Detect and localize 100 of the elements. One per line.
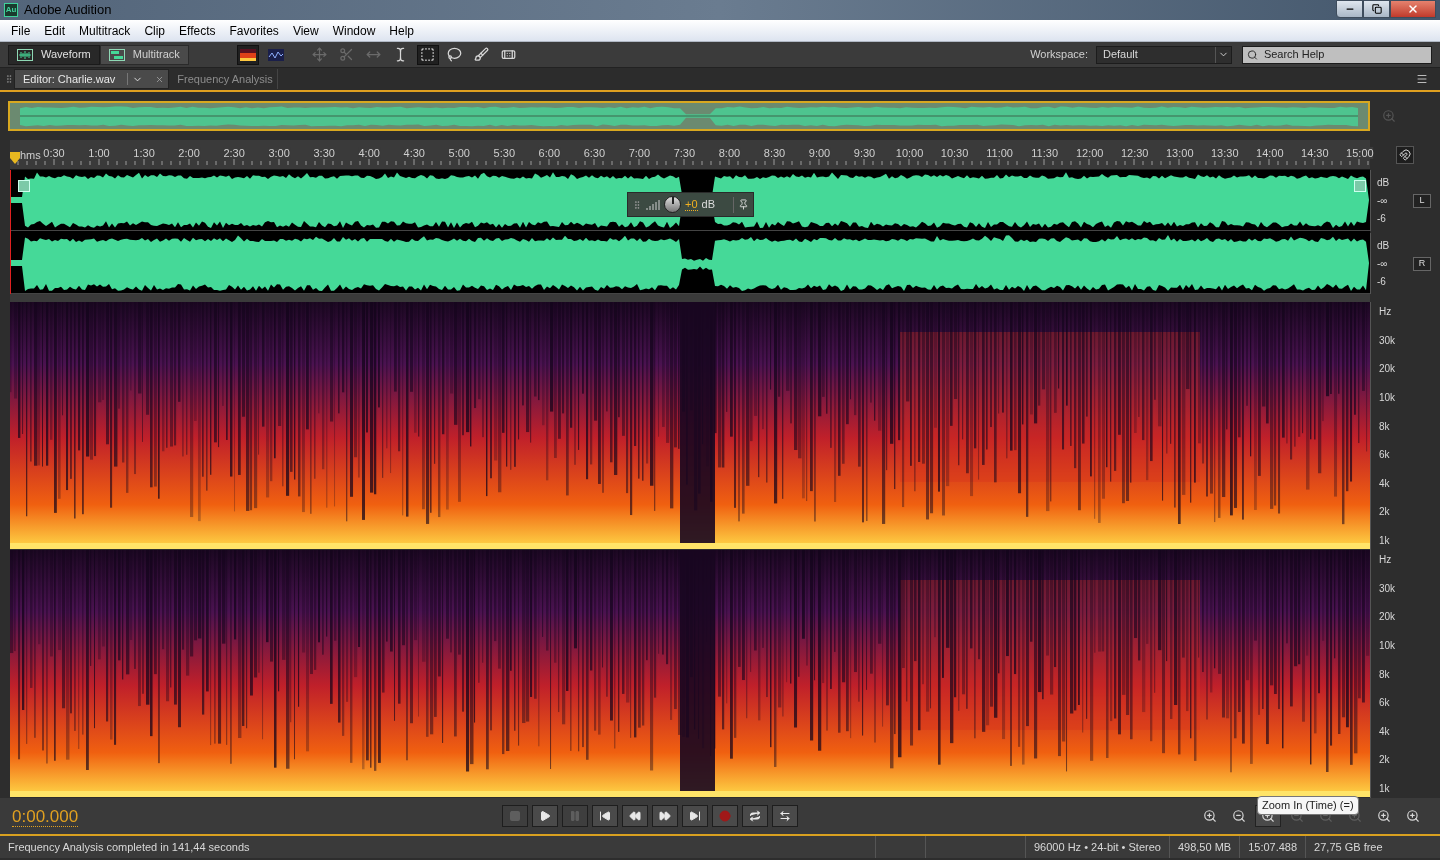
menu-item[interactable]: Multitrack <box>72 21 138 40</box>
time-label: 14:30 <box>1301 147 1329 159</box>
waveform-view-icon <box>17 48 33 61</box>
frequency-scale-label: 20k <box>1379 610 1397 625</box>
search-field[interactable]: Search Help <box>1263 46 1427 63</box>
time-label: 9:00 <box>808 147 831 159</box>
playhead-handle[interactable] <box>10 152 20 164</box>
magnet-icon <box>1399 149 1411 161</box>
menu-item[interactable]: Help <box>382 21 422 40</box>
stop-icon <box>509 810 521 822</box>
time-label: 12:30 <box>1120 147 1149 159</box>
skip-forward-icon <box>689 810 701 822</box>
time-unit-label: hms <box>20 148 41 163</box>
frequency-scale-label: 10k <box>1379 390 1397 405</box>
status-field: 15:07.488 <box>1239 836 1306 858</box>
time-label: 11:00 <box>986 147 1013 159</box>
gain-value[interactable]: +0 <box>685 198 698 211</box>
fade-out-handle[interactable] <box>1354 180 1366 192</box>
menu-item[interactable]: Effects <box>172 21 223 40</box>
transport-button[interactable] <box>622 805 648 827</box>
snap-button[interactable] <box>1396 146 1414 164</box>
level-scale-label: -6 <box>1377 211 1387 226</box>
level-scale-label: dB <box>1377 238 1391 253</box>
multitrack-view-icon <box>108 48 125 61</box>
time-label: 15:00 <box>1346 147 1374 159</box>
fast-forward-icon <box>659 810 671 822</box>
record-icon <box>719 810 731 822</box>
channel-button[interactable]: L <box>1413 193 1431 208</box>
frequency-scale-label: 2k <box>1379 505 1391 520</box>
time-label: 6:30 <box>583 147 606 159</box>
gain-knob[interactable] <box>664 196 681 213</box>
menu-item[interactable]: File <box>4 21 38 40</box>
frequency-scale-label: 10k <box>1379 638 1397 653</box>
restore-button[interactable] <box>1363 0 1390 18</box>
frequency-scale-label: Hz <box>1379 305 1393 319</box>
frequency-scale-label: 30k <box>1379 333 1397 348</box>
menu-item[interactable]: Clip <box>137 21 173 40</box>
minimize-button[interactable] <box>1336 0 1363 18</box>
tool-button[interactable] <box>416 44 439 65</box>
frequency-scale-label: 1k <box>1379 782 1391 796</box>
fade-in-handle[interactable] <box>18 180 30 192</box>
panel-menu-icon[interactable] <box>1416 73 1428 85</box>
time-label: 13:00 <box>1166 147 1194 159</box>
channel-button[interactable]: R <box>1413 256 1431 271</box>
skip-back-icon <box>599 810 611 822</box>
app-icon: Au <box>4 3 18 17</box>
frequency-scale-label: 1k <box>1379 534 1391 548</box>
time-label: 6:00 <box>538 147 561 159</box>
transport-button[interactable] <box>742 805 768 827</box>
menu-item[interactable]: View <box>285 21 326 40</box>
time-label: 12:00 <box>1075 147 1104 159</box>
search-box[interactable]: Search Help <box>1242 45 1432 64</box>
close-icon[interactable] <box>155 74 165 84</box>
status-field: 498,50 MB <box>1168 836 1240 858</box>
view-button[interactable]: Waveform <box>8 44 100 65</box>
transport-button[interactable] <box>772 805 798 827</box>
time-label: 1:30 <box>133 147 155 159</box>
menu-item[interactable]: Window <box>325 21 383 40</box>
time-label: 8:30 <box>763 147 786 159</box>
volume-level-icon <box>646 199 660 210</box>
brush-icon <box>474 47 490 62</box>
workspace-dropdown[interactable]: Default <box>1096 45 1232 64</box>
display-button[interactable] <box>236 44 259 65</box>
zoom-out-icon <box>1232 809 1246 823</box>
close-button[interactable] <box>1390 0 1436 18</box>
zoom-in-icon <box>1203 809 1217 823</box>
workspace-label: Workspace: <box>1030 47 1088 63</box>
transport-button[interactable] <box>592 805 618 827</box>
window-title: Adobe Audition <box>24 1 112 20</box>
frequency-scale-label: 8k <box>1379 419 1391 434</box>
menu-item[interactable]: Favorites <box>222 21 286 40</box>
search-icon <box>1247 48 1258 61</box>
time-display[interactable]: 0:00.000 <box>12 807 502 825</box>
time-label: 3:00 <box>268 147 290 159</box>
editor-tab[interactable]: Editor: Charlie.wav <box>14 69 170 89</box>
level-scale-label: dB <box>1377 175 1391 190</box>
razor-icon <box>339 47 355 62</box>
time-label: 7:30 <box>673 147 696 159</box>
time-label: 8:00 <box>718 147 741 159</box>
zoom-icon <box>1382 109 1396 123</box>
status-field: 27,75 GB free <box>1305 836 1391 858</box>
gain-unit: dB <box>701 197 715 213</box>
marquee-icon <box>420 47 436 62</box>
pin-icon[interactable] <box>738 199 749 210</box>
time-label: 1:00 <box>88 147 110 159</box>
frequency-scale-label: Hz <box>1379 553 1393 567</box>
transport-button[interactable] <box>652 805 678 827</box>
move-icon <box>312 47 328 62</box>
transport-button[interactable] <box>532 805 558 827</box>
view-button[interactable]: Multitrack <box>99 44 189 65</box>
transport-button[interactable] <box>682 805 708 827</box>
time-label: 5:00 <box>448 147 470 159</box>
frequency-scale-label: 6k <box>1379 448 1391 463</box>
time-label: 13:30 <box>1211 147 1239 159</box>
level-scale-label: -6 <box>1377 274 1387 289</box>
menu-item[interactable]: Edit <box>37 21 73 40</box>
time-label: 0:30 <box>43 147 65 159</box>
close-icon <box>1407 3 1419 15</box>
grip-icon <box>4 74 14 84</box>
frequency-scale-label: 8k <box>1379 667 1391 682</box>
